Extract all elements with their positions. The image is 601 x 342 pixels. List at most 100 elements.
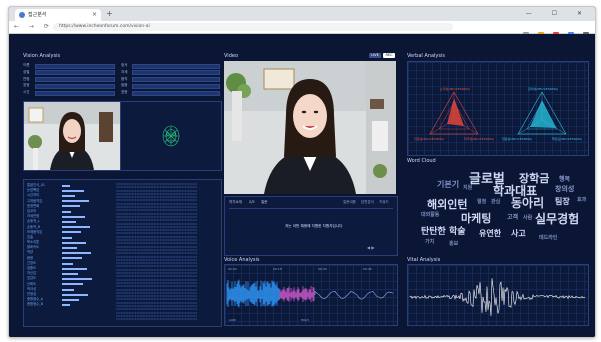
wordcloud-title: Word Cloud	[407, 158, 436, 164]
vision-field-value	[132, 90, 220, 96]
voice-title: Voice Analysis	[224, 257, 260, 263]
face-capture-panel	[23, 101, 121, 171]
feature-bar	[62, 205, 80, 208]
vision-field-label: 표현	[121, 90, 128, 95]
video-title: Video	[224, 53, 239, 59]
feature-bar	[62, 215, 85, 218]
word-cloud-word: 가치	[425, 239, 435, 245]
feature-bar	[62, 184, 70, 187]
feature-bar	[62, 267, 87, 270]
browser-tab[interactable]: 접근분석 ×	[15, 9, 101, 21]
vision-title: Vision Analysis	[23, 53, 61, 59]
word-cloud-word: 열정	[477, 199, 487, 205]
tag-question[interactable]: 질문내용	[343, 200, 356, 205]
voice-wave-line	[314, 290, 394, 300]
verbal-radar-charts	[429, 91, 567, 135]
vision-field-label: 표정	[23, 83, 30, 88]
feature-bar	[62, 226, 90, 229]
feature-bar	[62, 283, 83, 286]
question-tag[interactable]: 질문	[261, 200, 267, 205]
url-input[interactable]: https://www.incheonforum.com/vision-ai	[53, 23, 453, 31]
verbal-title: Verbal Analysis	[407, 53, 445, 59]
feature-bar	[62, 241, 86, 244]
voice-waveform-panel: 00:00 00:15 00:30 00:45 LOW HIGH	[224, 264, 398, 326]
word-cloud-word: 지원	[463, 185, 473, 191]
vision-field-label: 연령	[23, 76, 30, 81]
word-cloud-word: 대외활동	[421, 212, 440, 218]
feature-bar	[62, 273, 78, 275]
word-cloud-word: 사고	[511, 229, 526, 238]
word-cloud-word: 유연한	[479, 229, 502, 238]
radar2-label-top: 창의성(PROCESSING)	[528, 87, 559, 91]
tab-close-icon[interactable]: ×	[92, 9, 97, 21]
scale-high-label: HIGH	[301, 318, 309, 322]
feature-bar	[62, 262, 73, 265]
feature-bar	[62, 278, 92, 281]
vision-field-value	[35, 63, 115, 69]
feature-bar	[62, 288, 74, 291]
radar1-label-left: 전문성(PROCESSING)	[414, 137, 445, 141]
live-button[interactable]: LIVE	[369, 53, 381, 58]
vision-field-value	[132, 70, 220, 76]
scale-low-label: LOW	[229, 318, 236, 322]
vital-waveform-panel	[407, 264, 589, 326]
feature-bar	[62, 299, 79, 301]
face-capture-image	[24, 102, 120, 170]
vision-field-value	[35, 90, 115, 96]
analysis-dashboard: Vision Analysis 이름 성별 연령 표정 시선 정서 자세 움직 발음 표현	[9, 34, 595, 337]
nav-buttons[interactable]: ← → ⟳	[14, 22, 53, 32]
window-controls[interactable]: — ☐ ✕	[526, 8, 591, 20]
vision-field-value	[35, 77, 115, 83]
word-cloud-word: 동아리	[511, 196, 545, 210]
feature-list: 얼굴인식_01 눈깜빡임 시선처리 고개움직임 표정변화 입꼬리 자세안정 손동작_L 손동작_…	[27, 183, 45, 308]
word-cloud-word: 데드라인	[539, 235, 558, 241]
question-label: 자기소개	[229, 200, 242, 204]
address-bar: ← → ⟳ https://www.incheonforum.com/visio…	[9, 21, 595, 38]
word-cloud-word: 탄탄한	[421, 227, 446, 237]
vision-field-label: 정서	[121, 63, 128, 67]
feature-bar	[62, 231, 81, 234]
tag-keyword[interactable]: 키워드	[379, 200, 389, 205]
radar1-label-top: 논리성(PROCESSING)	[440, 87, 471, 91]
radar2-label-left: 협동성(PROCESSING)	[502, 137, 533, 141]
word-cloud-word: 효과	[577, 197, 587, 203]
vision-field-label: 시선	[23, 90, 30, 95]
tag-answer[interactable]: 답변분석	[361, 200, 374, 205]
feature-data-panel: 얼굴인식_01 눈깜빡임 시선처리 고개움직임 표정변화 입꼬리 자세안정 손동작_L 손동작_…	[23, 179, 222, 327]
vision-field-label: 자세	[121, 69, 128, 74]
feature-bar	[62, 221, 76, 223]
vital-waveform	[409, 278, 586, 317]
vital-wave-line	[409, 278, 586, 317]
word-cloud-word: 실무경험	[535, 212, 580, 226]
feature-bar	[62, 236, 72, 239]
subtitle-text: 저는 이번 채용에 지원한 지원자입니다	[285, 224, 343, 228]
vision-field-label: 발음	[121, 83, 128, 88]
video-player[interactable]	[224, 61, 396, 194]
vital-title: Vital Analysis	[407, 257, 441, 263]
vision-field-value	[132, 83, 220, 89]
tab-title: 접근분석	[28, 12, 47, 18]
feature-bar	[62, 252, 91, 255]
vision-field-value	[132, 77, 220, 83]
new-tab-button[interactable]: +	[106, 8, 113, 20]
radar2-label-right: 책임감(PROCESSING)	[552, 137, 583, 141]
vision-field-label: 움직	[121, 76, 128, 81]
feature-matrix: 0101010101010101010101010101010101010101…	[116, 183, 198, 322]
feature-bar	[62, 189, 84, 192]
feature-list-item[interactable]: 종합점수_B	[27, 302, 45, 307]
feature-bar	[62, 200, 89, 203]
rec-button[interactable]: REC	[383, 53, 395, 58]
question-count: 2/5	[249, 200, 255, 204]
word-cloud-word: 고객	[507, 214, 519, 221]
tab-bar: 접근분석 × + — ☐ ✕	[9, 7, 595, 21]
subtitle-nav-icon[interactable]: ◀ ▶	[367, 245, 374, 250]
feature-bar	[62, 195, 75, 197]
feature-bar	[62, 304, 70, 307]
favicon-icon	[19, 12, 25, 18]
vision-field-value	[35, 83, 115, 89]
word-cloud-word: 창의성	[555, 185, 575, 193]
voice-waveform	[226, 279, 394, 308]
radar1-label-right: 적극성(PROCESSING)	[464, 137, 495, 141]
word-cloud-word: 홍보	[449, 241, 459, 247]
feature-bar	[62, 210, 71, 213]
